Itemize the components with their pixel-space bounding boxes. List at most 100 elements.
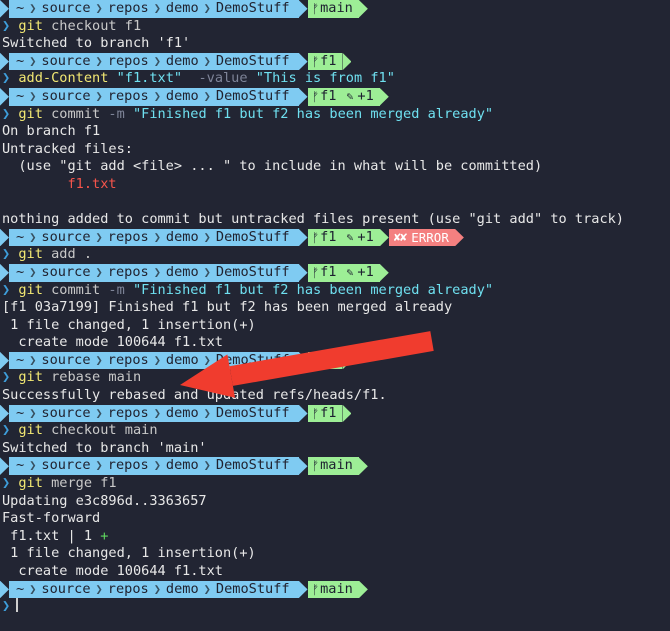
powerline-git-end-cap — [358, 457, 368, 476]
powerline-left-cap — [0, 0, 9, 18]
git-branch-name: f1 — [320, 228, 337, 245]
path-separator-icon: ❯ — [153, 88, 161, 103]
active-input-line[interactable]: ❯ — [0, 598, 670, 616]
powerline-path-end-cap — [298, 228, 308, 247]
untracked-file-line: f1.txt — [0, 176, 670, 194]
path-separator-icon: ❯ — [95, 53, 103, 68]
prompt-row: ~ ❯ source ❯ repos ❯ demo ❯ DemoStuff ᚠ f1 ✎ +1 — [0, 87, 670, 106]
path-separator-icon: ❯ — [153, 581, 161, 596]
command-string-arg: "f1.txt" — [108, 70, 183, 87]
powerline-path-end-cap — [298, 0, 308, 18]
path-segment: DemoStuff — [215, 52, 290, 69]
path-segment: demo — [165, 0, 199, 16]
command-line[interactable]: ❯ git commit -m "Finished f1 but f2 has … — [0, 106, 670, 124]
path-separator-icon: ❯ — [153, 229, 161, 244]
path-segment: source — [41, 580, 91, 597]
git-branch-name: main — [320, 580, 353, 597]
command-arguments: rebase main — [42, 369, 142, 386]
path-separator-icon: ❯ — [95, 1, 103, 15]
output-text: 1 file changed, 1 insertion(+) — [2, 545, 256, 562]
powerline-git-end-cap — [379, 263, 389, 282]
git-modified-icon: ✎ — [346, 229, 354, 244]
output-line: (use "git add <file> ... " to include in… — [0, 158, 670, 176]
path-segment: ~ — [16, 52, 25, 69]
output-text: Switched to branch 'f1' — [2, 35, 191, 52]
path-segment: ~ — [16, 580, 25, 597]
prompt-chevron-icon: ❯ — [2, 475, 19, 492]
command-line[interactable]: ❯ git checkout main — [0, 422, 670, 440]
path-segment: demo — [165, 404, 199, 421]
path-segment: source — [41, 87, 91, 104]
powerline-left-cap — [0, 87, 9, 106]
path-separator-icon: ❯ — [29, 1, 37, 15]
command-name: git — [18, 105, 43, 122]
prompt-row: ~ ❯ source ❯ repos ❯ demo ❯ DemoStuff ᚠ f1 — [0, 351, 670, 370]
error-cross-icon: ✘✘ — [393, 229, 407, 244]
path-segment: repos — [107, 457, 149, 474]
output-line: Switched to branch 'main' — [0, 440, 670, 458]
powerline-git-end-cap — [358, 0, 368, 18]
command-line[interactable]: ❯ git rebase main — [0, 369, 670, 387]
path-segment: demo — [165, 228, 199, 245]
git-branch-segment: ᚠ f1 ✎ +1 — [307, 87, 380, 106]
command-flag: -value — [182, 70, 248, 87]
path-separator-icon: ❯ — [29, 264, 37, 279]
command-name: add-Content — [18, 70, 109, 87]
git-status-count: +1 — [357, 263, 374, 280]
git-branch-segment: ᚠ main — [307, 457, 359, 476]
command-name: git — [18, 246, 43, 263]
command-line[interactable]: ❯ git checkout f1 — [0, 18, 670, 36]
path-segment: source — [41, 404, 91, 421]
powerline-path-end-cap — [298, 52, 308, 71]
path-separator-icon: ❯ — [203, 53, 211, 68]
output-line: [f1 03a7199] Finished f1 but f2 has been… — [0, 299, 670, 317]
path-separator-icon: ❯ — [153, 53, 161, 68]
git-branch-icon: ᚠ — [311, 458, 320, 474]
path-separator-icon: ❯ — [29, 352, 37, 367]
command-arguments: checkout f1 — [42, 17, 142, 34]
path-segment-group: ~ ❯ source ❯ repos ❯ demo ❯ DemoStuff — [9, 0, 299, 18]
path-separator-icon: ❯ — [29, 581, 37, 596]
prompt-row: ~ ❯ source ❯ repos ❯ demo ❯ DemoStuff ᚠ f1 ✎ +1 ✘✘ ERR… — [0, 228, 670, 247]
path-separator-icon: ❯ — [203, 458, 211, 473]
error-label: ERROR — [411, 229, 449, 245]
path-segment-group: ~ ❯ source ❯ repos ❯ demo ❯ DemoStuff — [9, 351, 299, 370]
path-separator-icon: ❯ — [203, 581, 211, 596]
git-branch-segment: ᚠ f1 ✎ +1 — [307, 228, 380, 247]
command-line[interactable]: ❯ git commit -m "Finished f1 but f2 has … — [0, 282, 670, 300]
git-status-count: +1 — [357, 228, 374, 245]
command-line[interactable]: ❯ add-Content "f1.txt" -value "This is f… — [0, 70, 670, 88]
powerline-git-end-cap — [342, 404, 352, 423]
output-text: Updating e3c896d..3363657 — [2, 492, 207, 509]
powerline-path-end-cap — [298, 457, 308, 476]
git-branch-icon: ᚠ — [311, 352, 320, 368]
path-segment: repos — [107, 580, 149, 597]
command-flag: -m — [108, 105, 125, 122]
git-modified-icon: ✎ — [346, 264, 354, 279]
powerline-left-cap — [0, 52, 9, 71]
diffstat-line: f1.txt | 1 + — [0, 528, 670, 546]
prompt-row: ~ ❯ source ❯ repos ❯ demo ❯ DemoStuff ᚠ f1 — [0, 404, 670, 423]
command-flag: -m — [108, 281, 125, 298]
powerline-left-cap — [0, 228, 9, 247]
path-separator-icon: ❯ — [203, 1, 211, 15]
command-line[interactable]: ❯ git merge f1 — [0, 475, 670, 493]
path-segment: ~ — [16, 87, 25, 104]
git-status-count: +1 — [357, 87, 374, 104]
git-branch-name: main — [320, 0, 353, 16]
diffstat-insertion-marker: + — [100, 527, 109, 544]
path-separator-icon: ❯ — [95, 88, 103, 103]
terminal-window[interactable]: ~ ❯ source ❯ repos ❯ demo ❯ DemoStuff ᚠ main ❯ git … — [0, 0, 670, 631]
git-branch-name: f1 — [320, 52, 337, 69]
path-segment-group: ~ ❯ source ❯ repos ❯ demo ❯ DemoStuff — [9, 263, 299, 282]
powerline-git-end-cap — [358, 580, 368, 599]
output-line: Fast-forward — [0, 510, 670, 528]
prompt-chevron-icon: ❯ — [2, 70, 19, 87]
git-branch-segment: ᚠ f1 ✎ +1 — [307, 263, 380, 282]
git-branch-segment: ᚠ f1 — [307, 404, 343, 423]
output-line: Successfully rebased and updated refs/he… — [0, 387, 670, 405]
command-line[interactable]: ❯ git add . — [0, 246, 670, 264]
command-subcommand: commit — [42, 105, 109, 122]
path-segment: repos — [107, 351, 149, 368]
prompt-chevron-icon: ❯ — [2, 422, 19, 439]
